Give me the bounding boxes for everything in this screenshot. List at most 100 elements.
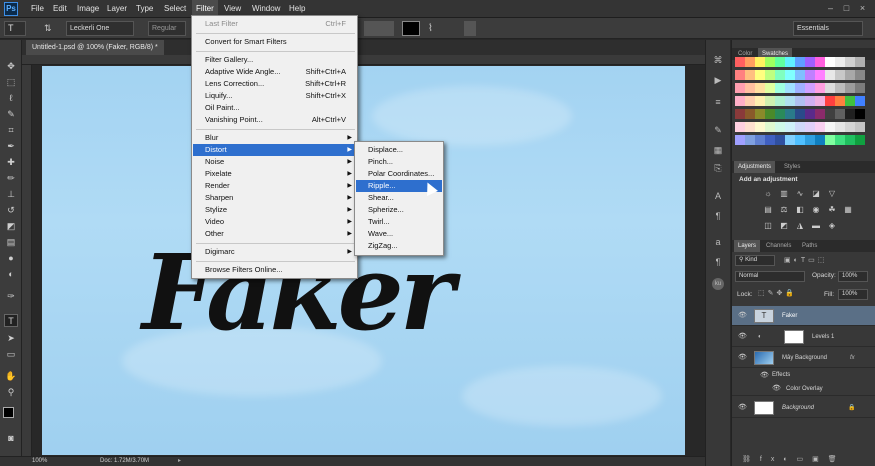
brush-presets-panel-icon[interactable]: ▦ xyxy=(712,144,724,156)
color-swatch[interactable] xyxy=(795,135,805,145)
color-swatch[interactable] xyxy=(855,70,865,80)
clone-source-panel-icon[interactable]: ⎘ xyxy=(712,162,724,174)
warp-text-icon[interactable]: ⌇ xyxy=(428,21,440,36)
vibrance-icon[interactable]: ▽ xyxy=(826,188,838,199)
color-balance-icon[interactable]: ⚖ xyxy=(778,204,790,215)
paragraph-styles-panel-icon[interactable]: ¶ xyxy=(712,256,724,268)
color-swatch[interactable] xyxy=(765,109,775,119)
color-swatch[interactable] xyxy=(815,135,825,145)
layer-kind-filter[interactable]: ⚲ Kind xyxy=(735,255,775,266)
menu-item-vanishing-point[interactable]: Vanishing Point... Alt+Ctrl+V xyxy=(193,114,356,126)
menu-item-filter-gallery[interactable]: Filter Gallery... xyxy=(193,54,356,66)
pen-tool-icon[interactable]: ✑ xyxy=(4,290,18,303)
color-swatch[interactable] xyxy=(805,135,815,145)
color-swatch[interactable] xyxy=(815,109,825,119)
color-swatch[interactable] xyxy=(765,122,775,132)
menu-item-blur[interactable]: Blur ▶ xyxy=(193,132,356,144)
healing-brush-tool-icon[interactable]: ✚ xyxy=(4,156,18,169)
menu-item-stylize[interactable]: Stylize ▶ xyxy=(193,204,356,216)
history-brush-tool-icon[interactable]: ↺ xyxy=(4,204,18,217)
menu-item-convert-smart-filters[interactable]: Convert for Smart Filters xyxy=(193,36,356,48)
color-swatch[interactable] xyxy=(745,135,755,145)
color-swatch[interactable] xyxy=(755,135,765,145)
lock-icons[interactable]: ⬚✎✥🔒 xyxy=(758,289,808,300)
selective-color-icon[interactable]: ◈ xyxy=(826,220,838,231)
layer-effects[interactable]: 👁 Effects xyxy=(732,369,875,382)
paragraph-panel-icon[interactable]: ¶ xyxy=(712,210,724,222)
submenu-item-zigzag[interactable]: ZigZag... xyxy=(356,240,442,252)
color-swatch[interactable] xyxy=(785,96,795,106)
color-swatch[interactable] xyxy=(845,83,855,93)
tab-layers[interactable]: Layers xyxy=(734,240,761,252)
layer-levels[interactable]: 👁 ◐ Levels 1 xyxy=(732,327,875,347)
color-swatch[interactable] xyxy=(765,57,775,67)
color-swatch[interactable] xyxy=(825,96,835,106)
color-swatch[interactable] xyxy=(835,109,845,119)
brightness-icon[interactable]: ☼ xyxy=(762,188,774,199)
color-swatch[interactable] xyxy=(805,57,815,67)
invert-icon[interactable]: ◫ xyxy=(762,220,774,231)
color-swatch[interactable] xyxy=(735,109,745,119)
color-swatch[interactable] xyxy=(745,57,755,67)
color-swatch[interactable] xyxy=(765,70,775,80)
gradient-tool-icon[interactable]: ▤ xyxy=(4,236,18,249)
tab-channels[interactable]: Channels xyxy=(762,240,795,252)
character-panel-icon[interactable]: A xyxy=(712,190,724,202)
color-swatch[interactable] xyxy=(855,122,865,132)
color-swatch[interactable] xyxy=(805,109,815,119)
brush-panel-icon[interactable]: ✎ xyxy=(712,124,724,136)
color-swatch[interactable] xyxy=(795,109,805,119)
color-swatch[interactable] xyxy=(845,109,855,119)
hue-saturation-icon[interactable]: ▤ xyxy=(762,204,774,215)
exposure-icon[interactable]: ◪ xyxy=(810,188,822,199)
color-swatch[interactable] xyxy=(735,70,745,80)
fx-icon[interactable]: fx xyxy=(850,348,855,368)
color-swatch[interactable] xyxy=(835,122,845,132)
menu-item-distort[interactable]: Distort ▶ xyxy=(193,144,356,156)
color-swatch[interactable] xyxy=(835,57,845,67)
color-swatch[interactable] xyxy=(785,83,795,93)
quick-select-tool-icon[interactable]: ✎ xyxy=(4,108,18,121)
submenu-item-twirl[interactable]: Twirl... xyxy=(356,216,442,228)
hand-tool-icon[interactable]: ✋ xyxy=(4,370,18,383)
color-swatch[interactable] xyxy=(775,70,785,80)
menu-item-render[interactable]: Render ▶ xyxy=(193,180,356,192)
document-tab[interactable]: Untitled-1.psd @ 100% (Faker, RGB/8) * xyxy=(26,40,164,55)
document-canvas[interactable]: Faker xyxy=(42,66,685,455)
lasso-tool-icon[interactable]: ℓ xyxy=(4,92,18,105)
menu-item-sharpen[interactable]: Sharpen ▶ xyxy=(193,192,356,204)
color-swatch[interactable] xyxy=(815,122,825,132)
color-swatch[interactable] xyxy=(835,135,845,145)
menu-select[interactable]: Select xyxy=(160,0,190,18)
color-swatch[interactable] xyxy=(775,109,785,119)
tab-adjustments[interactable]: Adjustments xyxy=(734,161,776,173)
color-swatch[interactable] xyxy=(835,83,845,93)
color-swatch[interactable] xyxy=(825,135,835,145)
color-swatch[interactable] xyxy=(755,57,765,67)
color-swatch[interactable] xyxy=(835,96,845,106)
type-tool-icon[interactable]: T xyxy=(4,314,18,327)
submenu-item-displace[interactable]: Displace... xyxy=(356,144,442,156)
layer-actions[interactable]: ⛓fx◐▭▣🗑 xyxy=(742,455,872,465)
color-swatch[interactable] xyxy=(755,70,765,80)
color-swatch[interactable] xyxy=(755,96,765,106)
color-swatch[interactable] xyxy=(745,70,755,80)
visibility-eye-icon[interactable]: 👁 xyxy=(738,327,748,347)
color-swatch[interactable] xyxy=(745,109,755,119)
zoom-tool-icon[interactable]: ⚲ xyxy=(4,386,18,399)
dodge-tool-icon[interactable]: ◐ xyxy=(4,268,18,281)
menu-item-digimarc[interactable]: Digimarc ▶ xyxy=(193,246,356,258)
color-swatch[interactable] xyxy=(785,70,795,80)
eyedropper-tool-icon[interactable]: ✒ xyxy=(4,140,18,153)
color-swatch[interactable] xyxy=(825,70,835,80)
color-swatch[interactable] xyxy=(735,83,745,93)
color-swatch[interactable] xyxy=(785,57,795,67)
color-swatch[interactable] xyxy=(755,122,765,132)
color-swatch[interactable] xyxy=(855,135,865,145)
foreground-color-swatch[interactable] xyxy=(3,407,14,418)
character-panel-icon[interactable] xyxy=(464,21,476,36)
align-buttons[interactable] xyxy=(364,21,394,36)
eraser-tool-icon[interactable]: ◩ xyxy=(4,220,18,233)
color-swatch[interactable] xyxy=(825,83,835,93)
crop-tool-icon[interactable]: ⌗ xyxy=(4,124,18,137)
